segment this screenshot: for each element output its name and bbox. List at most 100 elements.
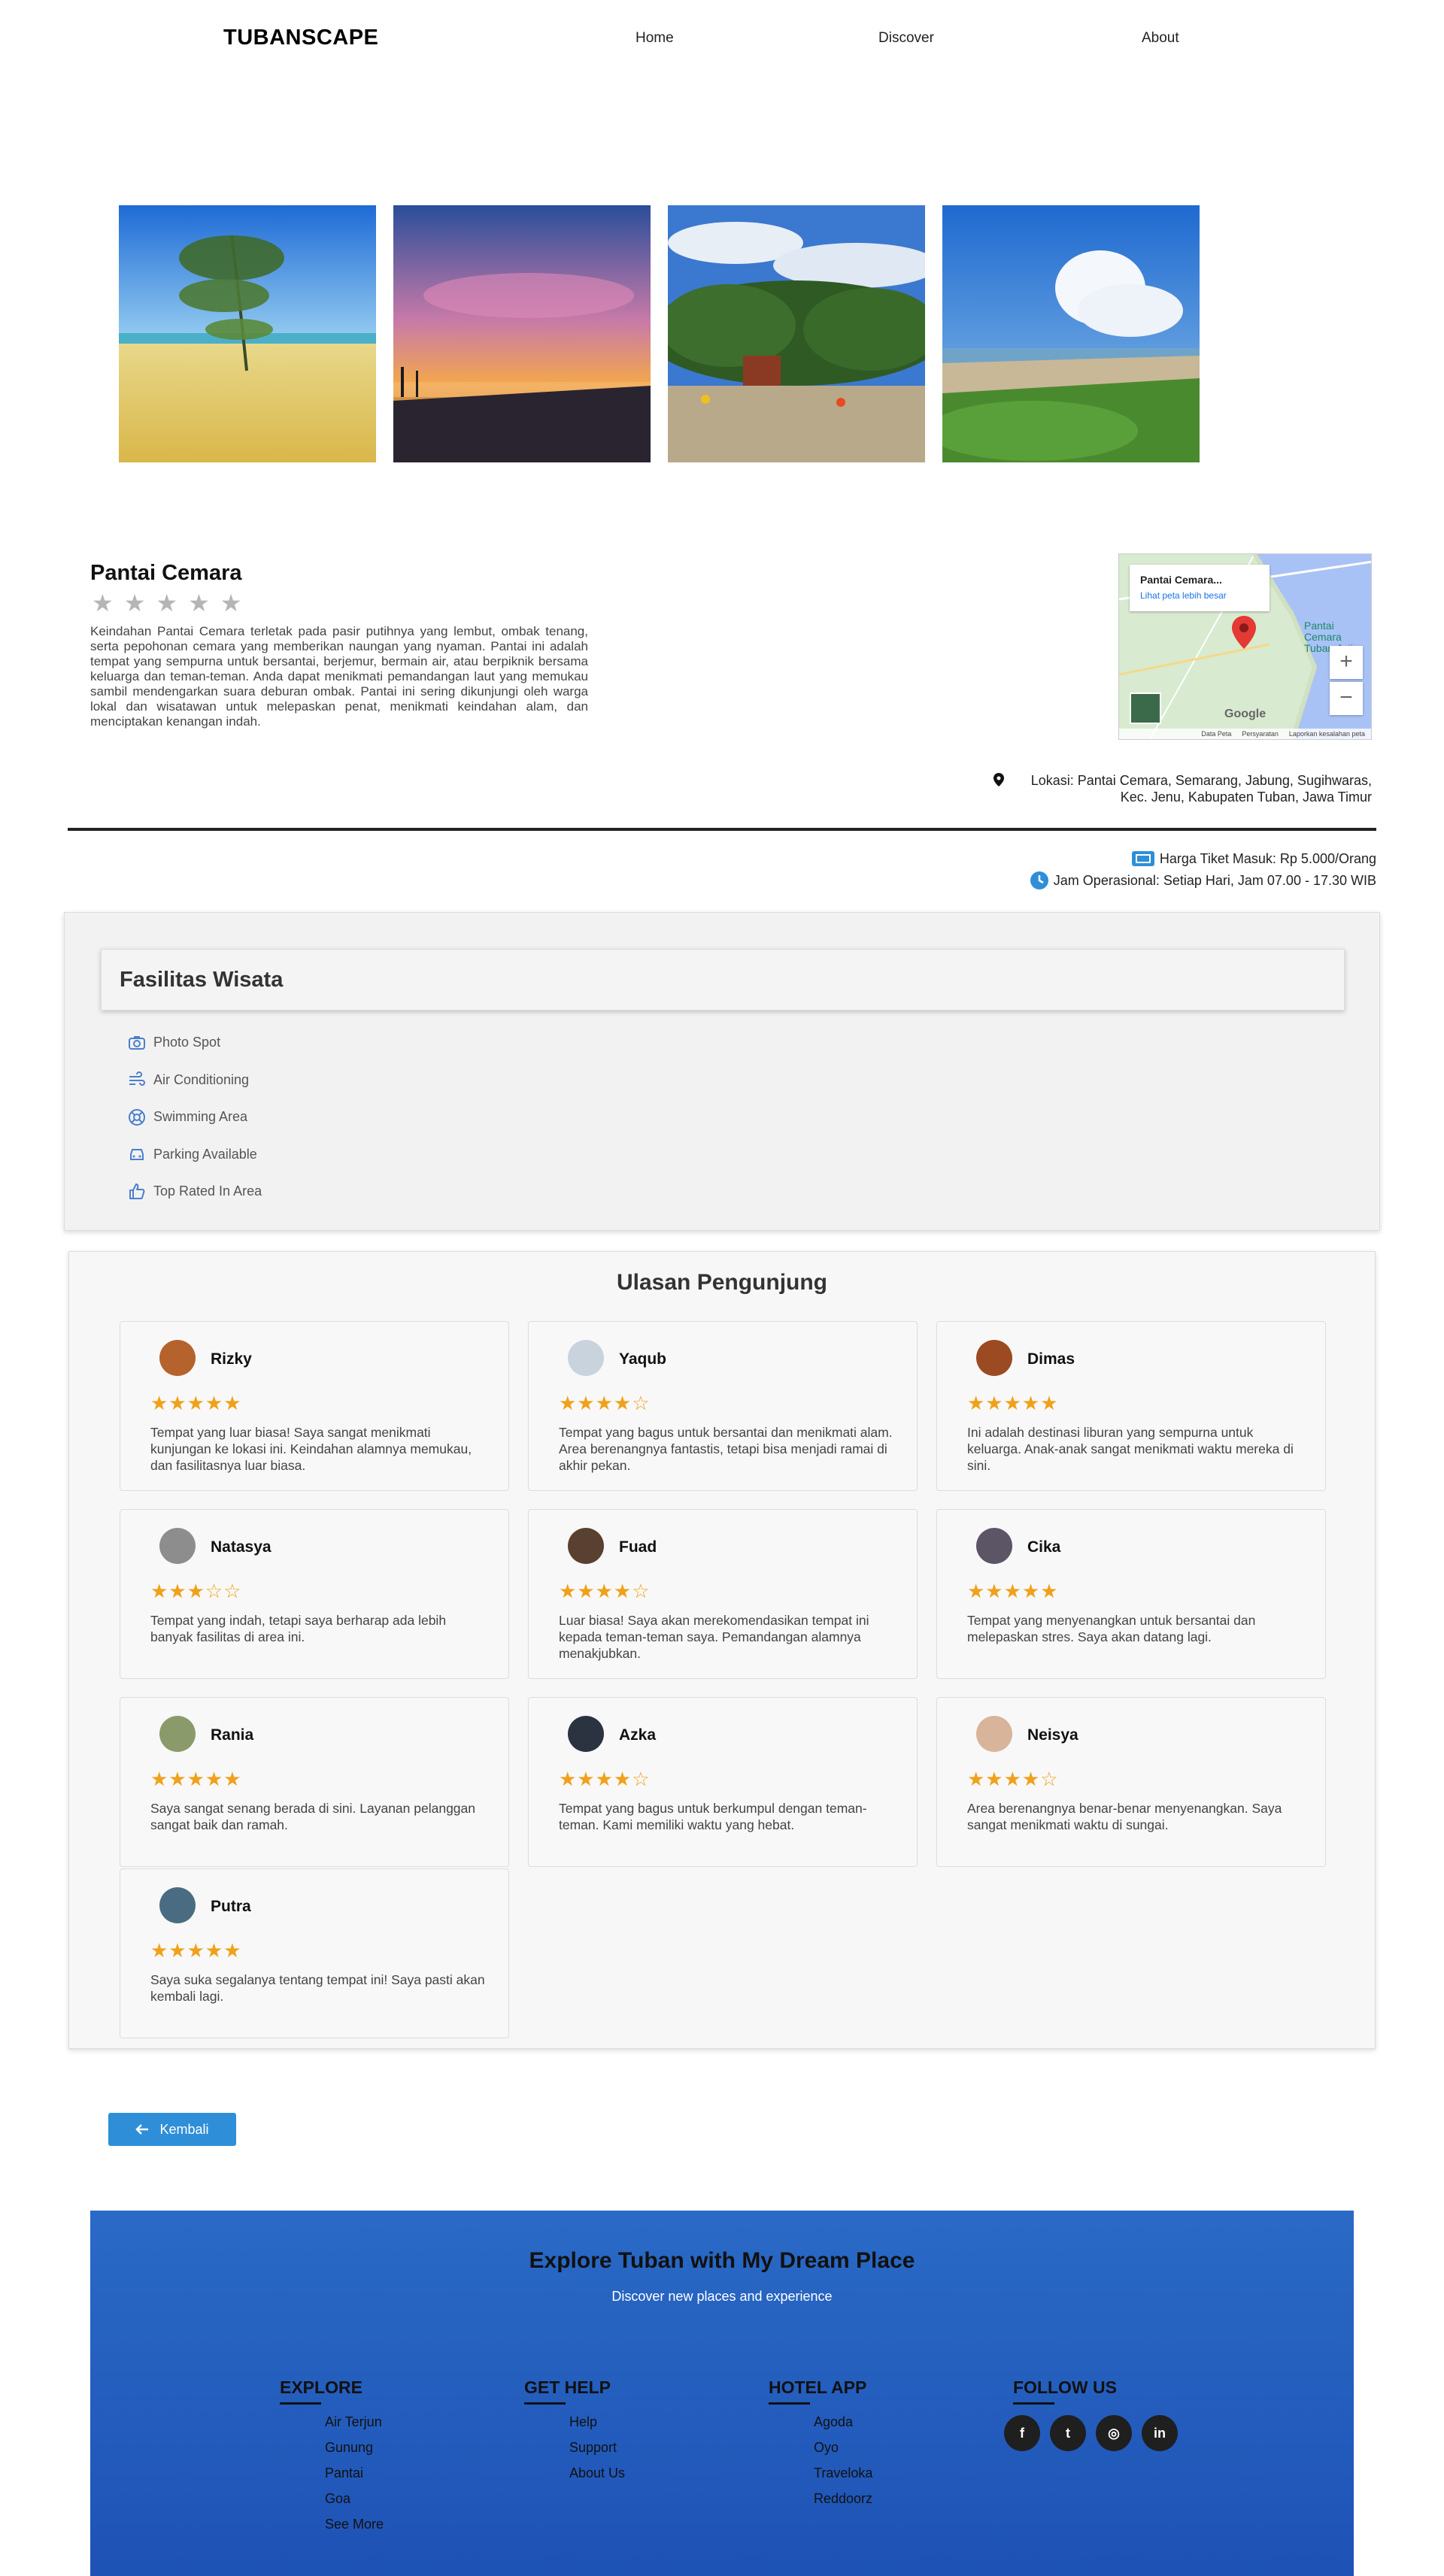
review-card: Azka ★★★★☆ Tempat yang bagus untuk berku… [528,1697,918,1867]
footer-column-explore: EXPLORE Air Terjun Gunung Pantai Goa See… [280,2377,384,2541]
heading-underline [769,2402,810,2405]
place-rating: ★ ★ ★ ★ ★ [92,591,241,615]
camera-icon [129,1035,145,1050]
site-header: TUBANSCAPE Home Discover About [0,0,1444,78]
review-text: Tempat yang indah, tetapi saya berharap … [150,1613,447,1644]
review-stars: ★★★★★ [150,1768,242,1790]
avatar [568,1340,604,1376]
footer-link[interactable]: Air Terjun [325,2414,384,2439]
map-zoom-out-button[interactable]: − [1330,682,1363,715]
footer-link[interactable]: Goa [325,2490,384,2516]
gallery-photo-beach-sand[interactable] [119,205,376,462]
footer-heading: HOTEL APP [769,2377,867,2397]
clock-icon [1030,871,1048,889]
reviewer-name: Neisya [1027,1726,1078,1744]
map-info-card: Pantai Cemara... Lihat peta lebih besar [1130,565,1270,611]
linkedin-icon[interactable]: in [1142,2415,1178,2451]
facility-label: Swimming Area [153,1109,248,1125]
gallery-photo-shore[interactable] [942,205,1200,462]
review-card: Neisya ★★★★☆ Area berenangnya benar-bena… [936,1697,1326,1867]
photo-gallery [119,205,1200,462]
heading-underline [1013,2402,1054,2405]
map-report-link[interactable]: Laporkan kesalahan peta [1289,730,1365,738]
review-text: Saya suka segalanya tentang tempat ini! … [150,1972,485,2004]
review-card: Rizky ★★★★★ Tempat yang luar biasa! Saya… [120,1321,509,1491]
rating-star-icon[interactable]: ★ [124,591,146,615]
brand-logo[interactable]: TUBANSCAPE [223,26,378,50]
facilities-header: Fasilitas Wisata [101,949,1345,1011]
review-card: Cika ★★★★★ Tempat yang menyenangkan untu… [936,1509,1326,1679]
review-card: Rania ★★★★★ Saya sangat senang berada di… [120,1697,509,1867]
footer-link[interactable]: Support [569,2439,625,2465]
map-zoom-in-button[interactable]: + [1330,646,1363,679]
rating-star-icon[interactable]: ★ [188,591,210,615]
footer-link[interactable]: See More [325,2516,384,2541]
avatar [568,1528,604,1564]
embedded-map[interactable]: Pantai Cemara... Lihat peta lebih besar … [1118,553,1372,740]
heading-underline [280,2402,321,2405]
section-divider [68,828,1376,831]
review-stars: ★★★★☆ [967,1768,1059,1790]
facilities-panel: Fasilitas Wisata Photo Spot Air Conditio… [64,912,1380,1231]
review-stars: ★★★★☆ [559,1580,651,1602]
map-card-title: Pantai Cemara... [1140,574,1222,586]
avatar [976,1716,1012,1752]
footer-link[interactable]: Reddoorz [814,2490,872,2516]
opening-hours-text: Jam Operasional: Setiap Hari, Jam 07.00 … [1053,872,1376,888]
footer-link[interactable]: About Us [569,2465,625,2490]
avatar [568,1716,604,1752]
ticket-price: Harga Tiket Masuk: Rp 5.000/Orang [1131,850,1376,867]
facilities-title: Fasilitas Wisata [120,968,284,992]
rating-star-icon[interactable]: ★ [220,591,242,615]
footer-column-follow: FOLLOW US f t ◎ in [1004,2377,1178,2451]
facebook-icon[interactable]: f [1004,2415,1040,2451]
facility-item: Parking Available [128,1136,262,1174]
reviewer-name: Putra [211,1898,251,1915]
avatar [159,1340,196,1376]
reviewer-name: Rizky [211,1350,252,1368]
footer-link[interactable]: Gunung [325,2439,384,2465]
review-stars: ★★★☆☆ [150,1580,242,1602]
footer-link[interactable]: Oyo [814,2439,872,2465]
social-links: f t ◎ in [1004,2415,1178,2451]
instagram-icon[interactable]: ◎ [1096,2415,1132,2451]
rating-star-icon[interactable]: ★ [92,591,114,615]
review-card: Yaqub ★★★★☆ Tempat yang bagus untuk bers… [528,1321,918,1491]
facility-item: Swimming Area [128,1099,262,1136]
heading-underline [524,2402,566,2405]
footer-column-help: GET HELP Help Support About Us [524,2377,625,2490]
review-text: Saya sangat senang berada di sini. Layan… [150,1801,476,1832]
nav-home-link[interactable]: Home [636,30,674,47]
map-terms-link[interactable]: Persyaratan [1242,730,1279,738]
footer-heading: EXPLORE [280,2377,363,2397]
map-data-link[interactable]: Data Peta [1201,730,1231,738]
map-larger-link[interactable]: Lihat peta lebih besar [1140,590,1259,601]
rating-star-icon[interactable]: ★ [156,591,177,615]
twitter-icon[interactable]: t [1050,2415,1086,2451]
site-footer: Explore Tuban with My Dream Place Discov… [90,2211,1354,2576]
reviewer-name: Dimas [1027,1350,1075,1368]
back-button[interactable]: Kembali [108,2113,236,2146]
back-button-label: Kembali [159,2121,209,2137]
map-pin-icon[interactable] [1232,616,1256,649]
map-satellite-toggle[interactable] [1130,692,1161,724]
gallery-photo-trees[interactable] [668,205,925,462]
gallery-photo-sunset[interactable] [393,205,651,462]
ticket-price-text: Harga Tiket Masuk: Rp 5.000/Orang [1159,850,1376,866]
reviewer-name: Azka [619,1726,657,1744]
avatar [159,1887,196,1923]
nav-discover-link[interactable]: Discover [878,30,934,47]
review-text: Tempat yang bagus untuk bersantai dan me… [559,1425,893,1473]
footer-link[interactable]: Pantai [325,2465,384,2490]
reviews-title: Ulasan Pengunjung [616,1270,828,1295]
reviews-section: Ulasan Pengunjung Rizky ★★★★★ Tempat yan… [68,1251,1376,2049]
nav-about-link[interactable]: About [1142,30,1179,47]
review-text: Tempat yang menyenangkan untuk bersantai… [967,1613,1256,1644]
footer-subtitle: Discover new places and experience [611,2289,833,2304]
footer-link[interactable]: Help [569,2414,625,2439]
footer-link[interactable]: Traveloka [814,2465,872,2490]
review-text: Area berenangnya benar-benar menyenangka… [967,1801,1282,1832]
facility-label: Parking Available [153,1146,257,1162]
footer-link[interactable]: Agoda [814,2414,872,2439]
reviewer-name: Cika [1027,1538,1061,1556]
